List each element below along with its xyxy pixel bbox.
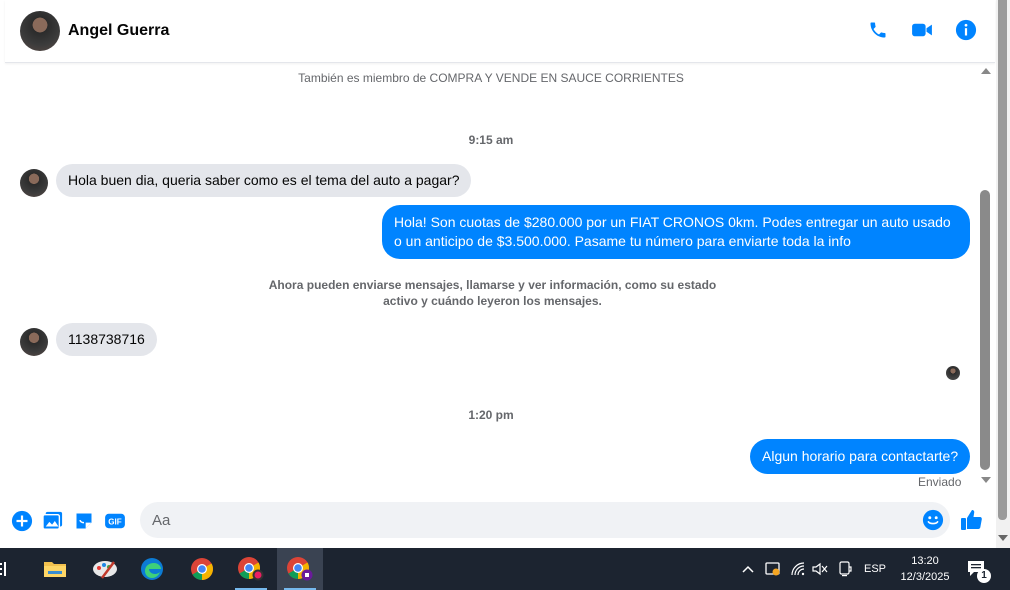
task-view-icon xyxy=(0,562,6,576)
chrome-profile-icon xyxy=(238,557,264,581)
scrollbar-thumb[interactable] xyxy=(980,190,990,470)
task-view-button[interactable] xyxy=(0,548,16,590)
tray-app-button[interactable] xyxy=(762,548,784,590)
group-membership-info: También es miembro de COMPRA Y VENDE EN … xyxy=(298,71,684,85)
taskbar-chrome-profile[interactable] xyxy=(229,548,273,590)
incoming-message[interactable]: 1138738716 xyxy=(56,323,157,356)
chat-header: Angel Guerra xyxy=(5,0,995,63)
chrome-profile-icon xyxy=(287,557,313,581)
privacy-notice: Ahora pueden enviarse mensajes, llamarse… xyxy=(268,278,717,308)
sent-status: Enviado xyxy=(918,475,962,489)
meet-now-button[interactable] xyxy=(835,548,855,590)
attach-photo-button[interactable] xyxy=(42,510,64,532)
conversation-info-button[interactable] xyxy=(955,18,977,42)
sticker-button[interactable] xyxy=(73,510,95,532)
clock-date: 12/3/2025 xyxy=(900,571,950,583)
taskbar-paint-app[interactable] xyxy=(83,548,127,590)
taskbar-chrome[interactable] xyxy=(180,548,224,590)
sender-avatar[interactable] xyxy=(20,169,48,197)
info-icon xyxy=(955,19,977,41)
volume-button[interactable] xyxy=(810,548,830,590)
outgoing-message[interactable]: Hola! Son cuotas de $280.000 por un FIAT… xyxy=(382,205,970,259)
smiley-icon xyxy=(922,509,944,531)
notification-center-button[interactable]: 1 xyxy=(962,548,992,590)
contact-avatar[interactable] xyxy=(20,11,60,51)
input-language[interactable]: ESP xyxy=(864,563,886,575)
timestamp-divider: 1:20 pm xyxy=(468,408,514,422)
message-composer: GIF xyxy=(5,498,995,544)
video-call-button[interactable] xyxy=(911,18,933,42)
gif-icon: GIF xyxy=(105,513,125,529)
svg-text:GIF: GIF xyxy=(108,518,122,527)
windows-taskbar: ESP 13:20 12/3/2025 1 xyxy=(0,548,1010,590)
speaker-muted-icon xyxy=(812,562,828,576)
clock-time: 13:20 xyxy=(911,555,939,567)
taskbar-edge-browser[interactable] xyxy=(130,548,174,590)
like-button[interactable] xyxy=(960,508,986,534)
page-scroll-down-icon[interactable] xyxy=(998,535,1008,541)
more-actions-button[interactable] xyxy=(11,510,33,532)
outgoing-message[interactable]: Algun horario para contactarte? xyxy=(750,439,971,474)
network-button[interactable] xyxy=(788,548,808,590)
thumbs-up-icon xyxy=(961,510,982,530)
scroll-down-arrow-icon[interactable] xyxy=(981,477,991,483)
message-input[interactable] xyxy=(140,502,900,538)
voice-call-button[interactable] xyxy=(867,18,889,42)
device-icon xyxy=(839,561,852,577)
show-hidden-icons-button[interactable] xyxy=(738,548,758,590)
timestamp-divider: 9:15 am xyxy=(468,133,514,147)
messenger-window: Angel Guerra También es miembro de COMPR… xyxy=(0,0,1010,548)
wifi-icon xyxy=(791,562,805,576)
header-actions xyxy=(867,18,977,42)
tray-app-icon xyxy=(765,562,780,576)
edge-icon xyxy=(141,558,163,580)
read-receipt-avatar xyxy=(946,366,960,380)
sticker-icon xyxy=(76,513,92,529)
chevron-up-icon xyxy=(742,565,754,573)
incoming-message[interactable]: Hola buen dia, queria saber como es el t… xyxy=(56,164,472,197)
notification-count-badge: 1 xyxy=(977,569,991,583)
page-scrollbar-thumb[interactable] xyxy=(998,0,1007,520)
system-clock[interactable]: 13:20 12/3/2025 xyxy=(890,553,960,585)
contact-name[interactable]: Angel Guerra xyxy=(68,22,169,40)
message-input-box[interactable] xyxy=(140,502,950,538)
chrome-icon xyxy=(191,558,213,580)
page-scrollbar[interactable] xyxy=(996,0,1010,548)
emoji-button[interactable] xyxy=(922,509,944,531)
gif-button[interactable]: GIF xyxy=(104,510,126,532)
message-scrollbar[interactable] xyxy=(978,64,993,494)
sender-avatar[interactable] xyxy=(20,328,48,356)
taskbar-file-explorer[interactable] xyxy=(33,548,77,590)
taskbar-chrome-active[interactable] xyxy=(277,548,323,590)
image-icon xyxy=(42,511,63,530)
folder-icon xyxy=(44,562,66,577)
message-list[interactable]: También es miembro de COMPRA Y VENDE EN … xyxy=(5,64,977,494)
plus-circle-icon xyxy=(11,510,33,532)
scroll-up-arrow-icon[interactable] xyxy=(981,68,991,74)
phone-icon xyxy=(870,22,886,38)
video-camera-icon xyxy=(912,23,932,37)
paint-palette-icon xyxy=(93,561,117,579)
